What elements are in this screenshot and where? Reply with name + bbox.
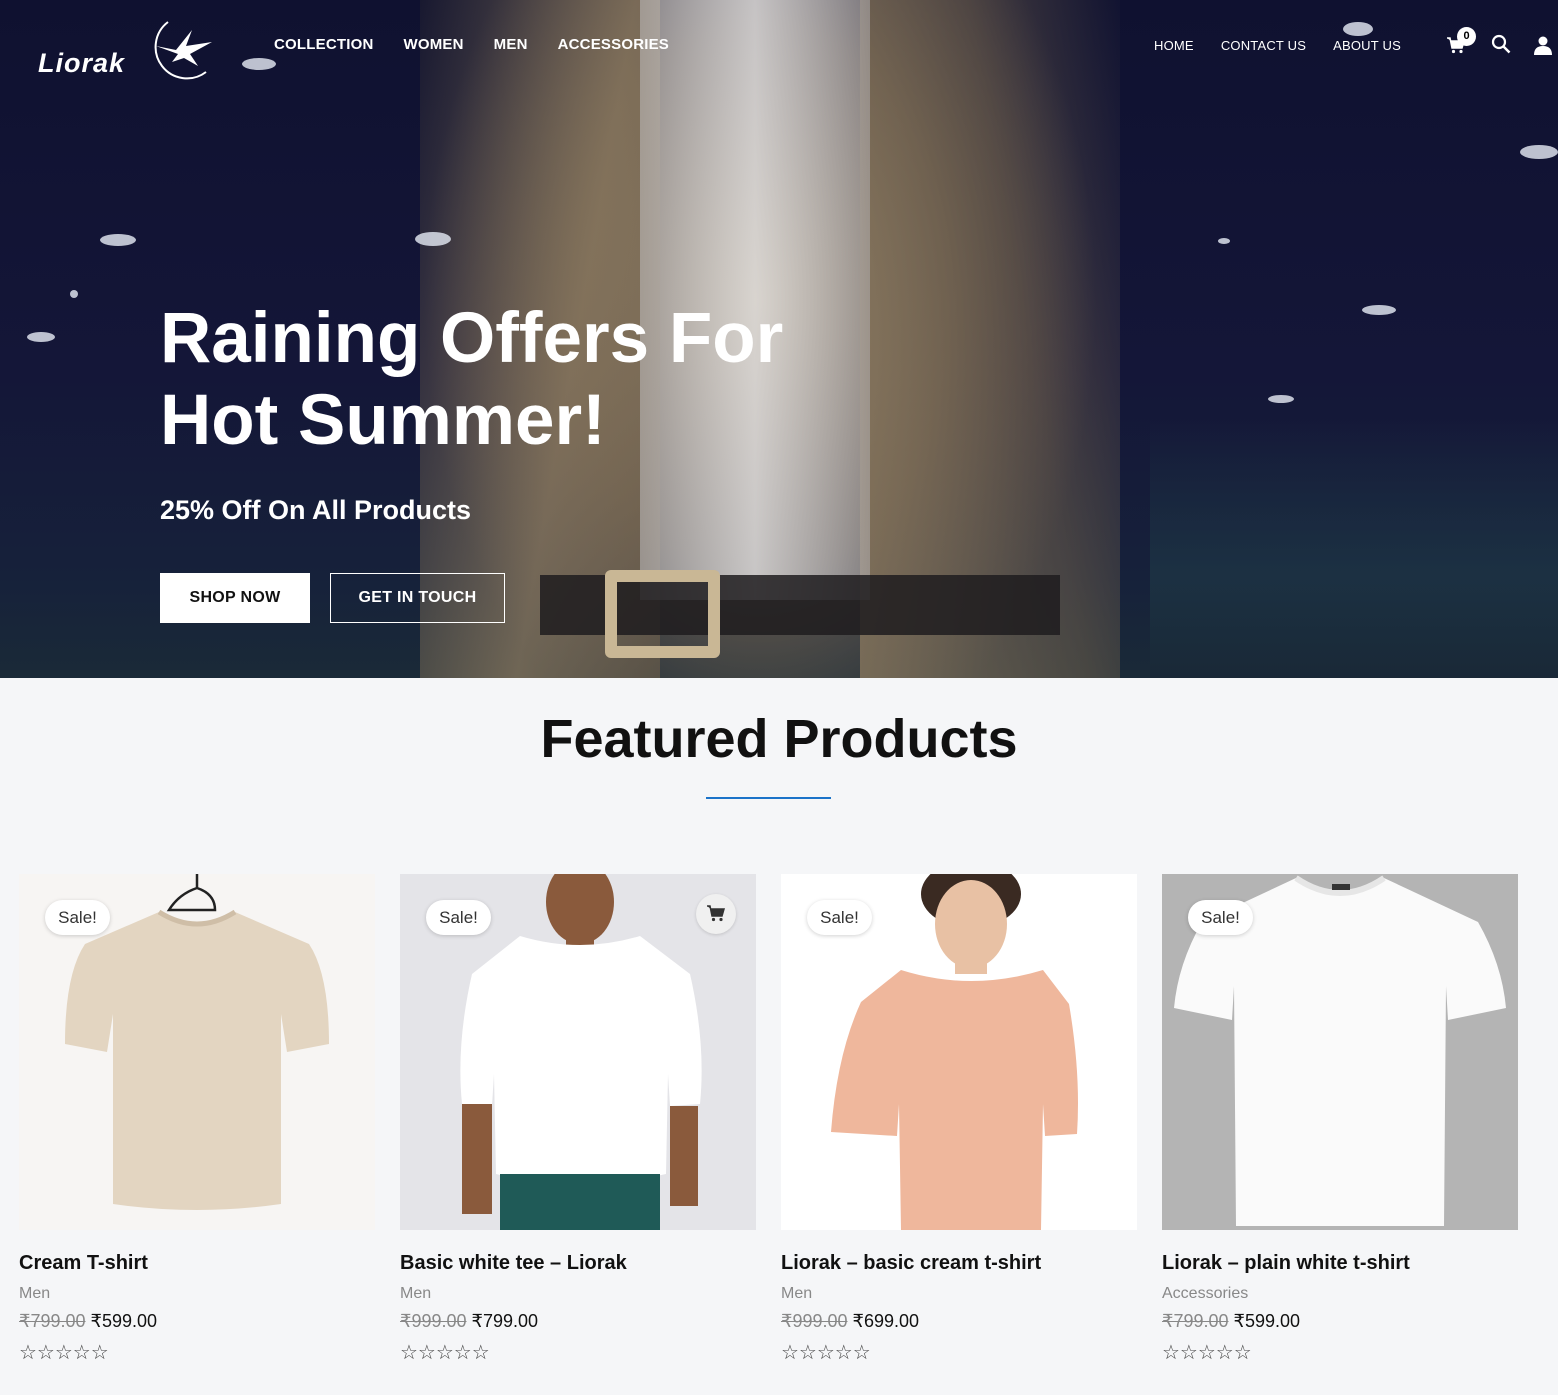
product-category[interactable]: Men (19, 1285, 375, 1303)
rain-drop (1362, 305, 1396, 315)
hero-image-city (1150, 420, 1558, 678)
rain-drop (415, 232, 451, 246)
product-price: ₹799.00 ₹599.00 (19, 1311, 375, 1332)
nav-item-contact-us[interactable]: CONTACT US (1221, 38, 1306, 53)
product-category[interactable]: Men (400, 1285, 756, 1303)
cart-icon (707, 905, 725, 922)
product-category[interactable]: Accessories (1162, 1285, 1518, 1303)
nav-item-about-us[interactable]: ABOUT US (1333, 38, 1401, 53)
product-price: ₹999.00 ₹699.00 (781, 1311, 1137, 1332)
product-name[interactable]: Cream T-shirt (19, 1252, 375, 1275)
nav-item-women[interactable]: WOMEN (404, 36, 464, 53)
rain-drop (100, 234, 136, 246)
product-image[interactable]: Sale! (781, 874, 1137, 1230)
product-image[interactable]: Sale! (19, 874, 375, 1230)
nav-item-home[interactable]: HOME (1154, 38, 1194, 53)
product-card[interactable]: Sale! Liorak – basic cream t-shirt Men ₹… (781, 874, 1137, 1365)
user-icon[interactable] (1533, 35, 1553, 55)
original-price: ₹799.00 (1162, 1311, 1229, 1331)
product-name[interactable]: Basic white tee – Liorak (400, 1252, 756, 1275)
cart-count-badge[interactable]: 0 (1457, 27, 1476, 46)
sale-price: ₹599.00 (90, 1311, 158, 1331)
product-price: ₹799.00 ₹599.00 (1162, 1311, 1518, 1332)
product-name[interactable]: Liorak – basic cream t-shirt (781, 1252, 1137, 1275)
hero-title-line1: Raining Offers For (160, 299, 784, 378)
star-rating: ☆☆☆☆☆ (400, 1342, 490, 1364)
rain-drop (1520, 145, 1558, 159)
star-rating: ☆☆☆☆☆ (781, 1342, 871, 1364)
sale-badge: Sale! (426, 900, 491, 935)
nav-item-accessories[interactable]: ACCESSORIES (558, 36, 669, 53)
sale-badge: Sale! (1188, 900, 1253, 935)
original-price: ₹999.00 (400, 1311, 467, 1331)
star-rating: ☆☆☆☆☆ (1162, 1342, 1252, 1364)
rain-drop (1343, 22, 1373, 36)
hero-image-buckle (605, 570, 720, 658)
product-image[interactable]: Sale! (400, 874, 756, 1230)
sale-price: ₹699.00 (852, 1311, 920, 1331)
heading-divider (706, 797, 831, 799)
star-rating: ☆☆☆☆☆ (19, 1342, 109, 1364)
secondary-nav: HOME CONTACT US ABOUT US (1154, 38, 1401, 53)
eagle-icon (154, 21, 212, 80)
rain-drop (70, 290, 78, 298)
hero-title: Raining Offers For Hot Summer! (160, 298, 860, 462)
sale-badge: Sale! (45, 900, 110, 935)
nav-item-collection[interactable]: COLLECTION (274, 36, 374, 53)
product-card[interactable]: Sale! Basic white tee – Liorak Men ₹999.… (400, 874, 756, 1365)
search-icon[interactable] (1491, 34, 1511, 54)
rain-drop (242, 58, 276, 70)
original-price: ₹999.00 (781, 1311, 848, 1331)
product-image[interactable]: Sale! (1162, 874, 1518, 1230)
hero-subtitle: 25% Off On All Products (160, 495, 472, 525)
sale-price: ₹599.00 (1233, 1311, 1301, 1331)
nav-item-men[interactable]: MEN (494, 36, 528, 53)
rain-drop (1218, 238, 1230, 244)
shop-now-button[interactable]: SHOP NOW (160, 573, 310, 623)
brand-name: Liorak (38, 48, 126, 78)
original-price: ₹799.00 (19, 1311, 86, 1331)
brand-logo[interactable]: Liorak (38, 14, 218, 84)
product-card[interactable]: Sale! Liorak – plain white t-shirt Acces… (1162, 874, 1518, 1365)
product-name[interactable]: Liorak – plain white t-shirt (1162, 1252, 1518, 1275)
product-card[interactable]: Sale! Cream T-shirt Men ₹799.00 ₹599.00 … (19, 874, 375, 1365)
main-nav: COLLECTION WOMEN MEN ACCESSORIES (274, 36, 669, 53)
featured-products-heading: Featured Products (540, 709, 1018, 769)
sale-badge: Sale! (807, 900, 872, 935)
add-to-cart-button[interactable] (696, 894, 736, 934)
rain-drop (27, 332, 55, 342)
product-category[interactable]: Men (781, 1285, 1137, 1303)
hero-title-line2: Hot Summer! (160, 381, 606, 460)
get-in-touch-button[interactable]: GET IN TOUCH (330, 573, 505, 623)
rain-drop (1268, 395, 1294, 403)
product-price: ₹999.00 ₹799.00 (400, 1311, 756, 1332)
sale-price: ₹799.00 (471, 1311, 539, 1331)
